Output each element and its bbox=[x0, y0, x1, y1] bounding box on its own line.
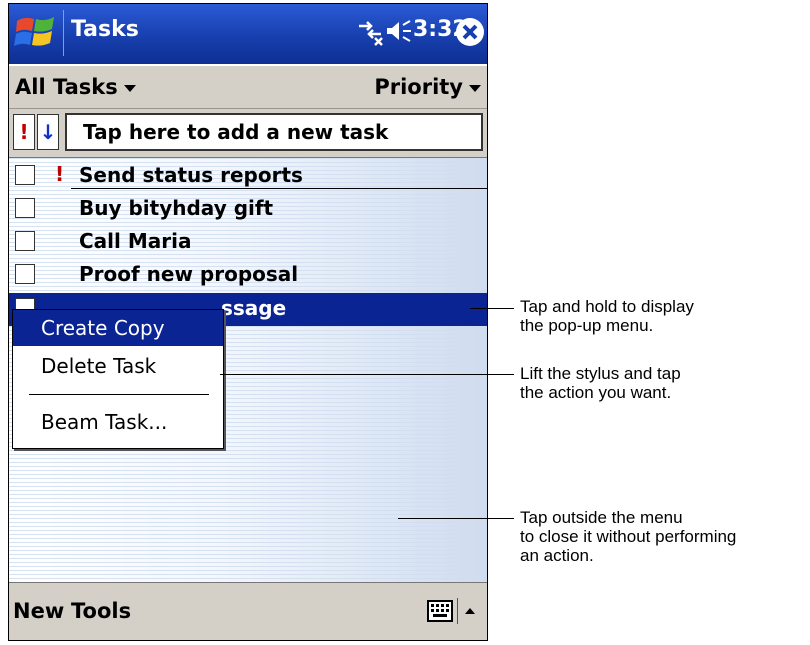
title-separator bbox=[63, 10, 64, 56]
sort-dropdown[interactable]: Priority bbox=[374, 75, 481, 99]
callout-line bbox=[220, 374, 514, 375]
priority-icon: ! bbox=[55, 162, 65, 186]
callout-line2: the pop-up menu. bbox=[520, 316, 654, 335]
keyboard-icon[interactable] bbox=[427, 600, 453, 622]
new-task-input[interactable]: Tap here to add a new task bbox=[65, 113, 483, 151]
connectivity-icon[interactable] bbox=[356, 16, 384, 46]
command-bar: New Tools bbox=[9, 582, 487, 640]
task-row[interactable]: Buy bityhday gift bbox=[9, 193, 487, 226]
priority-button[interactable]: ! bbox=[13, 114, 35, 150]
task-label: Send status reports bbox=[79, 163, 303, 187]
callout-line bbox=[398, 518, 514, 519]
tools-menu-button[interactable]: Tools bbox=[71, 599, 131, 623]
menu-item-create-copy[interactable]: Create Copy bbox=[13, 310, 223, 346]
sort-label: Priority bbox=[374, 75, 463, 99]
callout-line bbox=[470, 308, 514, 309]
task-label: ssage bbox=[221, 296, 287, 320]
menu-item-delete-task[interactable]: Delete Task bbox=[13, 348, 223, 384]
input-selector-arrow-icon[interactable] bbox=[457, 598, 482, 624]
windows-start-icon[interactable] bbox=[14, 13, 58, 51]
callout-text: Lift the stylus and tap the action you w… bbox=[520, 364, 681, 402]
task-label: Proof new proposal bbox=[79, 262, 299, 286]
callout-line2: the action you want. bbox=[520, 383, 672, 402]
row-focus-underline bbox=[71, 188, 487, 189]
new-menu-button[interactable]: New bbox=[13, 599, 64, 623]
category-filter-dropdown[interactable]: All Tasks bbox=[15, 75, 136, 99]
title-bar: Tasks 3:32 bbox=[9, 4, 487, 64]
callout-line2: to close it without performing bbox=[520, 527, 737, 546]
task-label: Call Maria bbox=[79, 229, 192, 253]
entry-bar: ! ↓ Tap here to add a new task bbox=[9, 109, 487, 158]
task-row[interactable]: ! Send status reports bbox=[9, 160, 487, 193]
menu-item-beam-task[interactable]: Beam Task... bbox=[13, 404, 223, 440]
task-checkbox[interactable] bbox=[15, 231, 35, 251]
filter-bar: All Tasks Priority bbox=[9, 66, 487, 109]
task-checkbox[interactable] bbox=[15, 264, 35, 284]
chevron-down-icon bbox=[123, 84, 136, 92]
callout-line3: an action. bbox=[520, 546, 594, 565]
callout-line1: Tap and hold to display bbox=[520, 297, 694, 316]
callout-text: Tap outside the menu to close it without… bbox=[520, 508, 736, 565]
task-checkbox[interactable] bbox=[15, 198, 35, 218]
app-title: Tasks bbox=[71, 17, 139, 42]
task-checkbox[interactable] bbox=[15, 165, 35, 185]
sort-order-button[interactable]: ↓ bbox=[37, 114, 59, 150]
callout-line1: Tap outside the menu bbox=[520, 508, 683, 527]
task-row[interactable]: Call Maria bbox=[9, 226, 487, 259]
task-label: Buy bityhday gift bbox=[79, 196, 274, 220]
menu-divider bbox=[29, 394, 209, 395]
context-menu: Create Copy Delete Task Beam Task... bbox=[12, 309, 224, 449]
task-row[interactable]: Proof new proposal bbox=[9, 259, 487, 292]
pocket-pc-screen: Tasks 3:32 All Tasks Priority ! ↓ Tap he… bbox=[8, 3, 488, 641]
chevron-down-icon bbox=[469, 84, 481, 92]
callout-text: Tap and hold to display the pop-up menu. bbox=[520, 297, 694, 335]
speaker-icon[interactable] bbox=[385, 18, 413, 44]
callout-line1: Lift the stylus and tap bbox=[520, 364, 681, 383]
close-icon[interactable] bbox=[453, 15, 487, 49]
category-filter-label: All Tasks bbox=[15, 75, 118, 99]
